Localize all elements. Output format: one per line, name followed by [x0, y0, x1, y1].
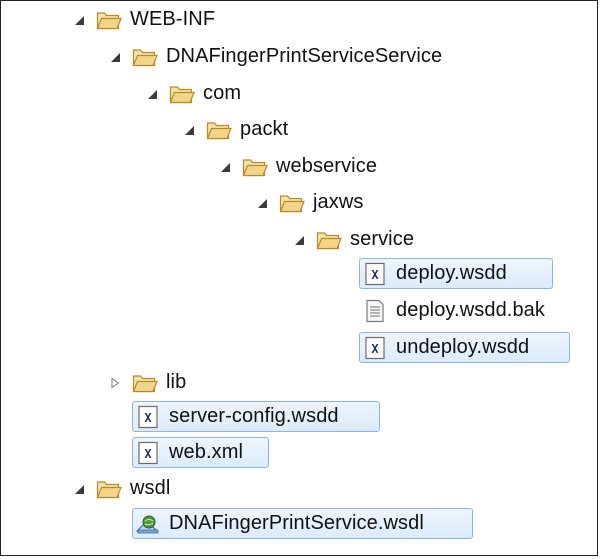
- tree-item-label: wsdl: [130, 477, 171, 499]
- open-folder-icon: [132, 44, 158, 70]
- tree-item-label: deploy.wsdd.bak: [396, 299, 545, 321]
- expanded-twisty-icon[interactable]: [70, 11, 88, 29]
- open-folder-icon: [96, 476, 122, 502]
- tree-item-label: DNAFingerPrintService.wsdl: [169, 512, 424, 534]
- tree-item-jaxws[interactable]: jaxws: [253, 186, 364, 219]
- open-folder-icon: [132, 370, 158, 396]
- svg-text:X: X: [144, 447, 152, 461]
- tree-item-label: WEB-INF: [130, 8, 216, 30]
- svg-text:X: X: [371, 342, 379, 356]
- svg-text:X: X: [144, 411, 152, 425]
- tree-item-packt[interactable]: packt: [180, 113, 288, 146]
- open-folder-icon: [242, 154, 268, 180]
- xml-file-icon: X: [362, 335, 388, 361]
- open-folder-icon: [316, 227, 342, 253]
- tree-item-server-config-wsdd[interactable]: X server-config.wsdd: [135, 400, 339, 433]
- open-folder-icon: [279, 190, 305, 216]
- expanded-twisty-icon[interactable]: [216, 158, 234, 176]
- expanded-twisty-icon[interactable]: [290, 231, 308, 249]
- tree-item-dnafingerprintservice-wsdl[interactable]: DNAFingerPrintService.wsdl: [135, 507, 424, 540]
- tree-item-label: lib: [166, 371, 187, 393]
- collapsed-twisty-icon[interactable]: [106, 374, 124, 392]
- tree-item-undeploy-wsdd[interactable]: X undeploy.wsdd: [362, 331, 529, 364]
- tree-item-label: DNAFingerPrintServiceService: [166, 45, 443, 67]
- xml-file-icon: X: [135, 440, 161, 466]
- tree-item-label: com: [203, 82, 242, 104]
- tree-item-label: undeploy.wsdd: [396, 336, 530, 358]
- expanded-twisty-icon[interactable]: [253, 194, 271, 212]
- tree-item-lib[interactable]: lib: [106, 366, 186, 399]
- expanded-twisty-icon[interactable]: [70, 480, 88, 498]
- tree-item-label: webservice: [276, 155, 378, 177]
- tree-item-web-xml[interactable]: X web.xml: [135, 436, 243, 469]
- tree-item-service[interactable]: service: [290, 223, 414, 256]
- tree-item-web-inf[interactable]: WEB-INF: [70, 3, 215, 36]
- tree-item-label: server-config.wsdd: [169, 405, 339, 427]
- open-folder-icon: [96, 7, 122, 33]
- tree-item-label: deploy.wsdd: [396, 262, 507, 284]
- tree-item-label: service: [350, 228, 415, 250]
- xml-file-icon: X: [135, 404, 161, 430]
- expanded-twisty-icon[interactable]: [143, 85, 161, 103]
- tree-item-deploy-wsdd-bak[interactable]: deploy.wsdd.bak: [362, 294, 545, 327]
- tree-item-wsdl[interactable]: wsdl: [70, 472, 170, 505]
- open-folder-icon: [206, 117, 232, 143]
- tree-item-deploy-wsdd[interactable]: X deploy.wsdd: [362, 257, 507, 290]
- svg-text:X: X: [371, 268, 379, 282]
- open-folder-icon: [169, 81, 195, 107]
- tree-item-label: jaxws: [313, 191, 364, 213]
- xml-file-icon: X: [362, 261, 388, 287]
- tree-item-label: web.xml: [169, 441, 244, 463]
- tree-item-dnafingerprintserviceservice[interactable]: DNAFingerPrintServiceService: [106, 40, 442, 73]
- expanded-twisty-icon[interactable]: [106, 48, 124, 66]
- wsdl-file-icon: [135, 511, 161, 537]
- tree-item-com[interactable]: com: [143, 77, 241, 110]
- tree-item-label: packt: [240, 118, 289, 140]
- text-file-icon: [362, 298, 388, 324]
- expanded-twisty-icon[interactable]: [180, 121, 198, 139]
- tree-item-webservice[interactable]: webservice: [216, 150, 377, 183]
